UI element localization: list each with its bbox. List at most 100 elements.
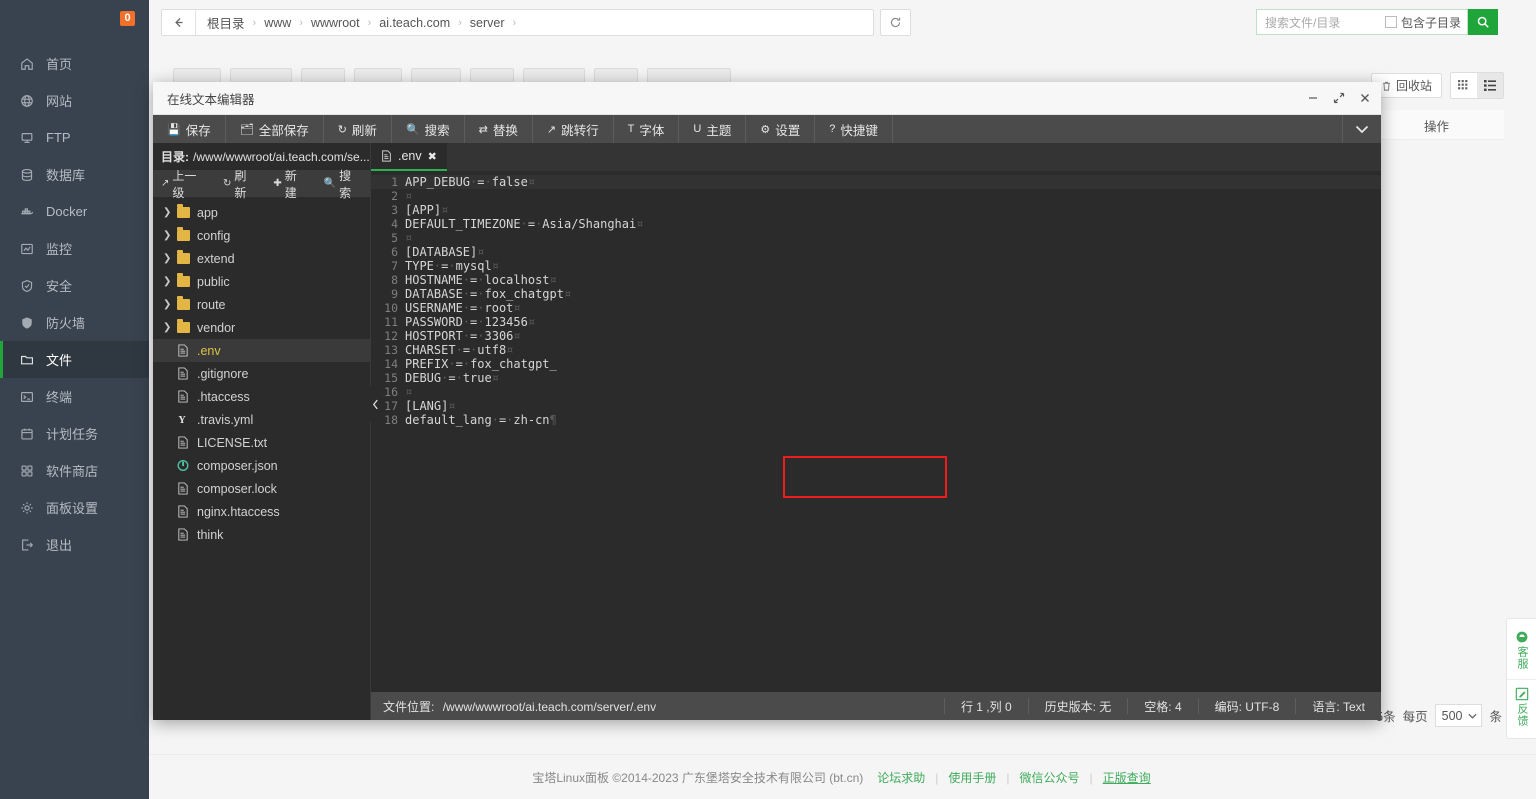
sidebar-item-10[interactable]: 计划任务 <box>0 415 149 452</box>
code-line[interactable]: 1 APP_DEBUG·=·false¤ <box>371 175 1381 189</box>
tree-file[interactable]: .env <box>153 339 370 362</box>
sidebar-item-4[interactable]: Docker <box>0 193 149 230</box>
code-line[interactable]: 10 USERNAME·=·root¤ <box>371 301 1381 315</box>
tree-file[interactable]: .gitignore <box>153 362 370 385</box>
code-line[interactable]: 15 DEBUG·=·true¤ <box>371 371 1381 385</box>
toolbar-search[interactable]: 🔍 搜索 <box>392 115 465 143</box>
sidebar-item-3[interactable]: 数据库 <box>0 156 149 193</box>
tree-folder[interactable]: ❯ route <box>153 293 370 316</box>
notification-badge[interactable]: 0 <box>120 11 135 26</box>
code-line[interactable]: 3 [APP]¤ <box>371 203 1381 217</box>
toolbar-refresh[interactable]: ↻ 刷新 <box>324 115 392 143</box>
search-input[interactable]: 搜索文件/目录 <box>1265 14 1385 31</box>
sidebar-item-1[interactable]: 网站 <box>0 82 149 119</box>
include-subdir-checkbox[interactable]: 包含子目录 <box>1384 14 1461 31</box>
chevron-down-icon[interactable] <box>1343 115 1381 143</box>
chevron-right-icon[interactable]: ❯ <box>163 299 177 310</box>
chevron-right-icon[interactable]: ❯ <box>163 207 177 218</box>
tree-op-refresh[interactable]: ↻ 刷新 <box>215 167 265 201</box>
tab-env[interactable]: .env ✖ <box>371 143 447 171</box>
breadcrumb-item[interactable]: server <box>470 16 505 30</box>
code-line[interactable]: 17 [LANG]¤ <box>371 399 1381 413</box>
toolbar-save[interactable]: 💾 保存 <box>153 115 226 143</box>
sidebar-item-5[interactable]: 监控 <box>0 230 149 267</box>
code-editor[interactable]: 1 APP_DEBUG·=·false¤ 2 ¤ 3 [APP]¤ 4 DEFAULT_TIM… <box>371 171 1381 692</box>
chevron-right-icon[interactable]: ❯ <box>163 230 177 241</box>
code-line[interactable]: 16 ¤ <box>371 385 1381 399</box>
breadcrumb-item[interactable]: wwwroot <box>311 16 360 30</box>
breadcrumb-item[interactable]: ai.teach.com <box>379 16 450 30</box>
toolbar-font[interactable]: T 字体 <box>614 115 680 143</box>
tree-folder[interactable]: ❯ vendor <box>153 316 370 339</box>
tree-op-level-up[interactable]: ↗ 上一级 <box>153 167 215 201</box>
chevron-right-icon[interactable]: ❯ <box>163 276 177 287</box>
tree-op-search[interactable]: 🔍 搜索 <box>316 167 370 201</box>
toolbar-theme[interactable]: U 主题 <box>679 115 747 143</box>
chevron-right-icon[interactable]: ❯ <box>163 253 177 264</box>
code-line[interactable]: 6 [DATABASE]¤ <box>371 245 1381 259</box>
list-view-button[interactable] <box>1477 73 1503 98</box>
tab-close-icon[interactable]: ✖ <box>428 150 437 163</box>
toolbar-goto-line[interactable]: ↗ 跳转行 <box>533 115 614 143</box>
sidebar-item-9[interactable]: 终端 <box>0 378 149 415</box>
checkbox-box[interactable] <box>1384 16 1397 28</box>
tree-folder[interactable]: ❯ extend <box>153 247 370 270</box>
close-icon[interactable] <box>1359 92 1371 104</box>
tree-file[interactable]: LICENSE.txt <box>153 431 370 454</box>
footer-link[interactable]: 微信公众号 <box>1020 771 1080 785</box>
tree-collapse-handle[interactable] <box>370 386 381 422</box>
tree-file[interactable]: composer.lock <box>153 477 370 500</box>
toolbar-save-all[interactable]: 🗂 全部保存 <box>226 115 324 143</box>
code-line[interactable]: 4 DEFAULT_TIMEZONE·=·Asia/Shanghai¤ <box>371 217 1381 231</box>
tree-folder[interactable]: ❯ public <box>153 270 370 293</box>
per-page-select[interactable]: 500 <box>1434 704 1483 727</box>
breadcrumb-item[interactable]: 根目录 <box>207 13 245 32</box>
code-line[interactable]: 14 PREFIX·=·fox_chatgpt_ <box>371 357 1381 371</box>
sidebar-item-6[interactable]: 安全 <box>0 267 149 304</box>
feedback-widget[interactable]: 反馈 <box>1507 679 1536 732</box>
code-line[interactable]: 8 HOSTNAME·=·localhost¤ <box>371 273 1381 287</box>
code-line[interactable]: 18 default_lang·=·zh-cn¶ <box>371 413 1381 427</box>
space-marker: · <box>462 315 471 329</box>
sidebar-item-0[interactable]: 首页 <box>0 45 149 82</box>
tree-folder[interactable]: ❯ config <box>153 224 370 247</box>
sidebar-item-12[interactable]: 面板设置 <box>0 489 149 526</box>
tree-file[interactable]: nginx.htaccess <box>153 500 370 523</box>
tree-file[interactable]: think <box>153 523 370 546</box>
dialog-titlebar[interactable]: 在线文本编辑器 <box>153 82 1381 115</box>
refresh-button[interactable] <box>880 9 911 36</box>
minimize-icon[interactable] <box>1307 92 1319 104</box>
code-line[interactable]: 2 ¤ <box>371 189 1381 203</box>
sidebar-item-8[interactable]: 文件 <box>0 341 149 378</box>
search-input-wrap[interactable]: 搜索文件/目录 包含子目录 <box>1256 9 1468 35</box>
footer-link[interactable]: 正版查询 <box>1103 771 1151 785</box>
code-line[interactable]: 7 TYPE·=·mysql¤ <box>371 259 1381 273</box>
recycle-bin-button[interactable]: 回收站 <box>1370 73 1442 98</box>
sidebar-item-11[interactable]: 软件商店 <box>0 452 149 489</box>
sidebar-item-13[interactable]: 退出 <box>0 526 149 563</box>
grid-view-button[interactable] <box>1451 73 1477 98</box>
breadcrumb-item[interactable]: www <box>264 16 291 30</box>
tree-file[interactable]: composer.json <box>153 454 370 477</box>
maximize-icon[interactable] <box>1333 92 1345 104</box>
tree-file[interactable]: Y .travis.yml <box>153 408 370 431</box>
footer-link[interactable]: 使用手册 <box>948 771 996 785</box>
tree-file[interactable]: .htaccess <box>153 385 370 408</box>
back-button[interactable] <box>162 10 196 35</box>
code-line[interactable]: 13 CHARSET·=·utf8¤ <box>371 343 1381 357</box>
tree-folder[interactable]: ❯ app <box>153 201 370 224</box>
toolbar-help[interactable]: ? 快捷键 <box>815 115 893 143</box>
customer-service-widget[interactable]: 客服 <box>1507 625 1536 675</box>
chevron-right-icon[interactable]: ❯ <box>163 322 177 333</box>
code-line[interactable]: 11 PASSWORD·=·123456¤ <box>371 315 1381 329</box>
code-line[interactable]: 5 ¤ <box>371 231 1381 245</box>
toolbar-gear[interactable]: ⚙ 设置 <box>746 115 816 143</box>
tree-op-plus[interactable]: ✚ 新建 <box>265 167 315 201</box>
toolbar-replace[interactable]: ⇄ 替换 <box>465 115 533 143</box>
code-line[interactable]: 9 DATABASE·=·fox_chatgpt¤ <box>371 287 1381 301</box>
search-button[interactable] <box>1468 9 1498 35</box>
sidebar-item-7[interactable]: 防火墙 <box>0 304 149 341</box>
footer-link[interactable]: 论坛求助 <box>877 771 925 785</box>
sidebar-item-2[interactable]: FTP <box>0 119 149 156</box>
code-line[interactable]: 12 HOSTPORT·=·3306¤ <box>371 329 1381 343</box>
